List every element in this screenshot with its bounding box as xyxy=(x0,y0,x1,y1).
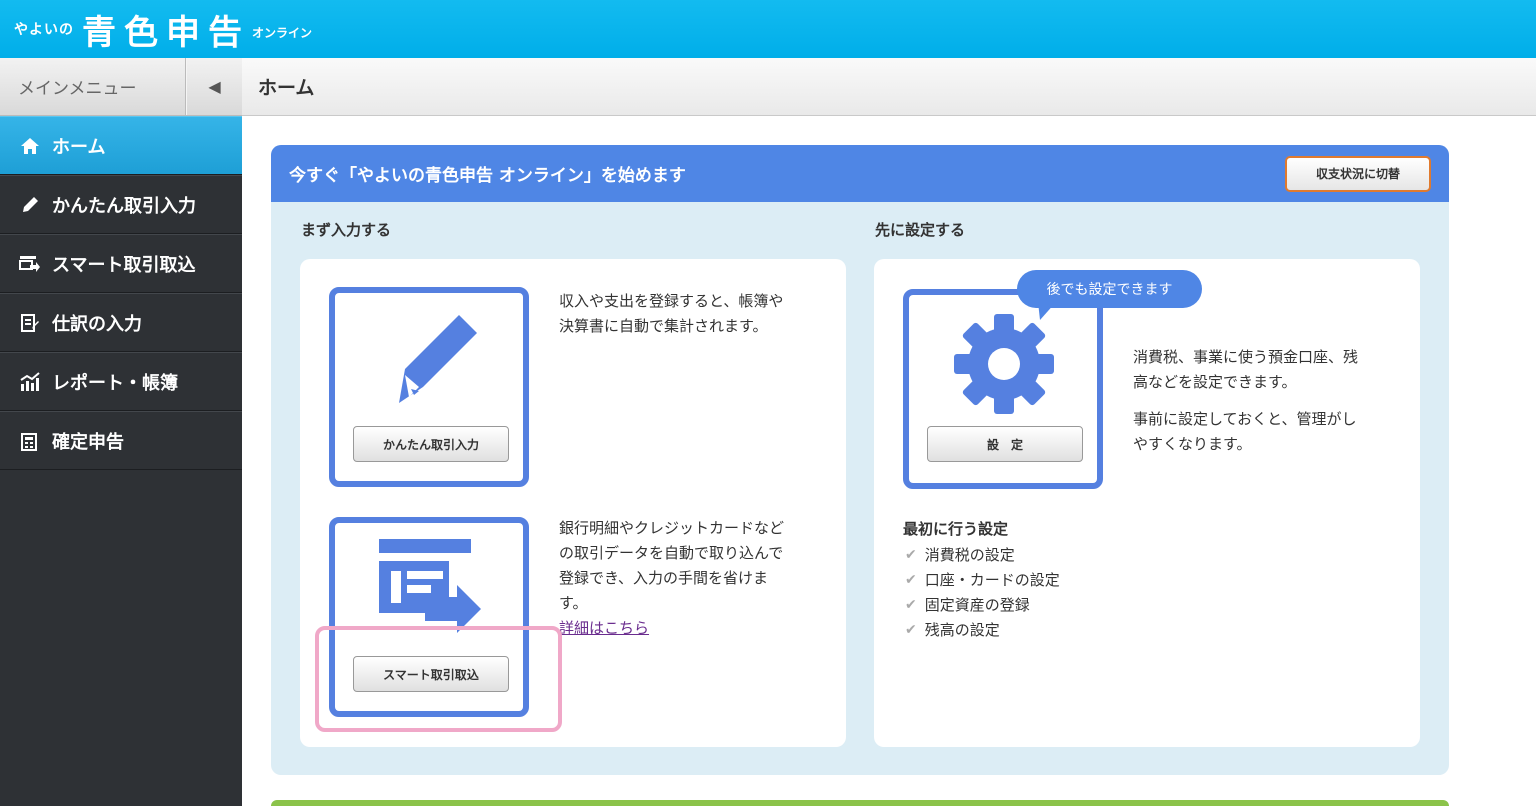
first-setting-item: ✔ 固定資産の登録 xyxy=(905,594,1030,615)
bubble-tail-icon xyxy=(1038,302,1056,320)
check-icon: ✔ xyxy=(905,546,917,563)
check-icon: ✔ xyxy=(905,596,917,613)
sidebar-item-label: スマート取引取込 xyxy=(52,254,196,276)
home-icon xyxy=(18,137,42,155)
first-settings-title: 最初に行う設定 xyxy=(903,520,1009,538)
first-setting-item: ✔ 消費税の設定 xyxy=(905,544,1015,565)
collapse-menu-button[interactable]: ◀ xyxy=(186,58,242,115)
next-card-edge xyxy=(271,800,1449,806)
description-line: やすくなります。 xyxy=(1133,435,1252,453)
report-icon xyxy=(18,371,42,392)
first-setting-label: 残高の設定 xyxy=(924,621,1000,639)
sidebar-item-label: かんたん取引入力 xyxy=(52,195,196,217)
description-line: 登録でき、入力の手間を省けま xyxy=(559,569,768,587)
menu-header-label: メインメニュー xyxy=(0,58,186,115)
sidebar-item-journal[interactable]: 仕訳の入力 xyxy=(0,293,242,352)
easy-entry-tile[interactable]: かんたん取引入力 xyxy=(329,287,529,487)
page-title: ホーム xyxy=(258,77,315,99)
first-setting-item: ✔ 口座・カードの設定 xyxy=(905,569,1060,590)
check-icon: ✔ xyxy=(905,571,917,588)
import-icon xyxy=(18,255,42,273)
sidebar-item-label: ホーム xyxy=(52,136,106,158)
highlight-annotation xyxy=(315,626,562,732)
settings-button[interactable]: 設 定 xyxy=(927,426,1083,462)
sidebar-item-reports[interactable]: レポート・帳簿 xyxy=(0,352,242,411)
sidebar-item-label: 確定申告 xyxy=(52,431,124,453)
logo-sub-text: オンライン xyxy=(252,25,313,40)
easy-entry-description: 収入や支出を登録すると、帳簿や 決算書に自動で集計されます。 xyxy=(559,289,783,339)
section-label-input-first: まず入力する xyxy=(301,221,392,239)
card-header: 今すぐ「やよいの青色申告 オンライン」を始めます 収支状況に切替 xyxy=(271,145,1449,202)
description-line: 決算書に自動で集計されます。 xyxy=(559,317,768,335)
sidebar-item-tax-return[interactable]: 確定申告 xyxy=(0,411,242,470)
sidebar-item-home[interactable]: ホーム xyxy=(0,116,242,175)
settings-description: 消費税、事業に使う預金口座、残 高などを設定できます。 事前に設定しておくと、管… xyxy=(1133,345,1358,457)
check-icon: ✔ xyxy=(905,621,917,638)
card-title: 今すぐ「やよいの青色申告 オンライン」を始めます xyxy=(289,166,686,186)
journal-icon xyxy=(18,313,42,333)
menu-header: メインメニュー ◀ xyxy=(0,58,242,116)
sidebar-item-label: レポート・帳簿 xyxy=(52,372,178,394)
first-setting-label: 固定資産の登録 xyxy=(924,596,1030,614)
tax-return-icon xyxy=(18,431,42,451)
description-line: 高などを設定できます。 xyxy=(1133,373,1297,391)
chevron-left-icon: ◀ xyxy=(208,77,221,96)
first-setting-label: 口座・カードの設定 xyxy=(924,571,1060,589)
logo-small-text: やよいの xyxy=(14,22,74,38)
app-header: やよいの 青色申告 オンライン xyxy=(0,0,1536,58)
logo-main-text: 青色申告 xyxy=(82,12,250,53)
sidebar-item-smart-import[interactable]: スマート取引取込 xyxy=(0,234,242,293)
breadcrumb: ホーム xyxy=(242,58,1536,116)
sidebar: メインメニュー ◀ ホーム かんたん取引入力 スマート取引取込 仕訳の入力 レポ… xyxy=(0,58,242,806)
pencil-icon xyxy=(18,195,42,215)
description-line: 事前に設定しておくと、管理がし xyxy=(1133,410,1357,428)
switch-to-balance-button[interactable]: 収支状況に切替 xyxy=(1285,155,1431,192)
first-setting-label: 消費税の設定 xyxy=(924,546,1015,564)
sidebar-item-label: 仕訳の入力 xyxy=(52,313,142,335)
section-label-settings-first: 先に設定する xyxy=(875,221,966,239)
details-link[interactable]: 詳細はこちら xyxy=(559,619,649,637)
description-line: 銀行明細やクレジットカードなど xyxy=(559,519,785,537)
smart-import-description: 銀行明細やクレジットカードなど の取引データを自動で取り込んで 登録でき、入力の… xyxy=(559,516,784,641)
sidebar-item-easy-entry[interactable]: かんたん取引入力 xyxy=(0,175,242,234)
description-line: の取引データを自動で取り込んで xyxy=(559,544,784,562)
description-line: す。 xyxy=(559,594,588,612)
description-line: 消費税、事業に使う預金口座、残 xyxy=(1133,348,1359,366)
description-line: 収入や支出を登録すると、帳簿や xyxy=(559,292,784,310)
first-setting-item: ✔ 残高の設定 xyxy=(905,619,1000,640)
settings-tile[interactable]: 設 定 xyxy=(903,289,1103,489)
easy-entry-button[interactable]: かんたん取引入力 xyxy=(353,426,509,462)
pencil-icon xyxy=(399,315,477,403)
gear-icon xyxy=(954,314,1054,414)
